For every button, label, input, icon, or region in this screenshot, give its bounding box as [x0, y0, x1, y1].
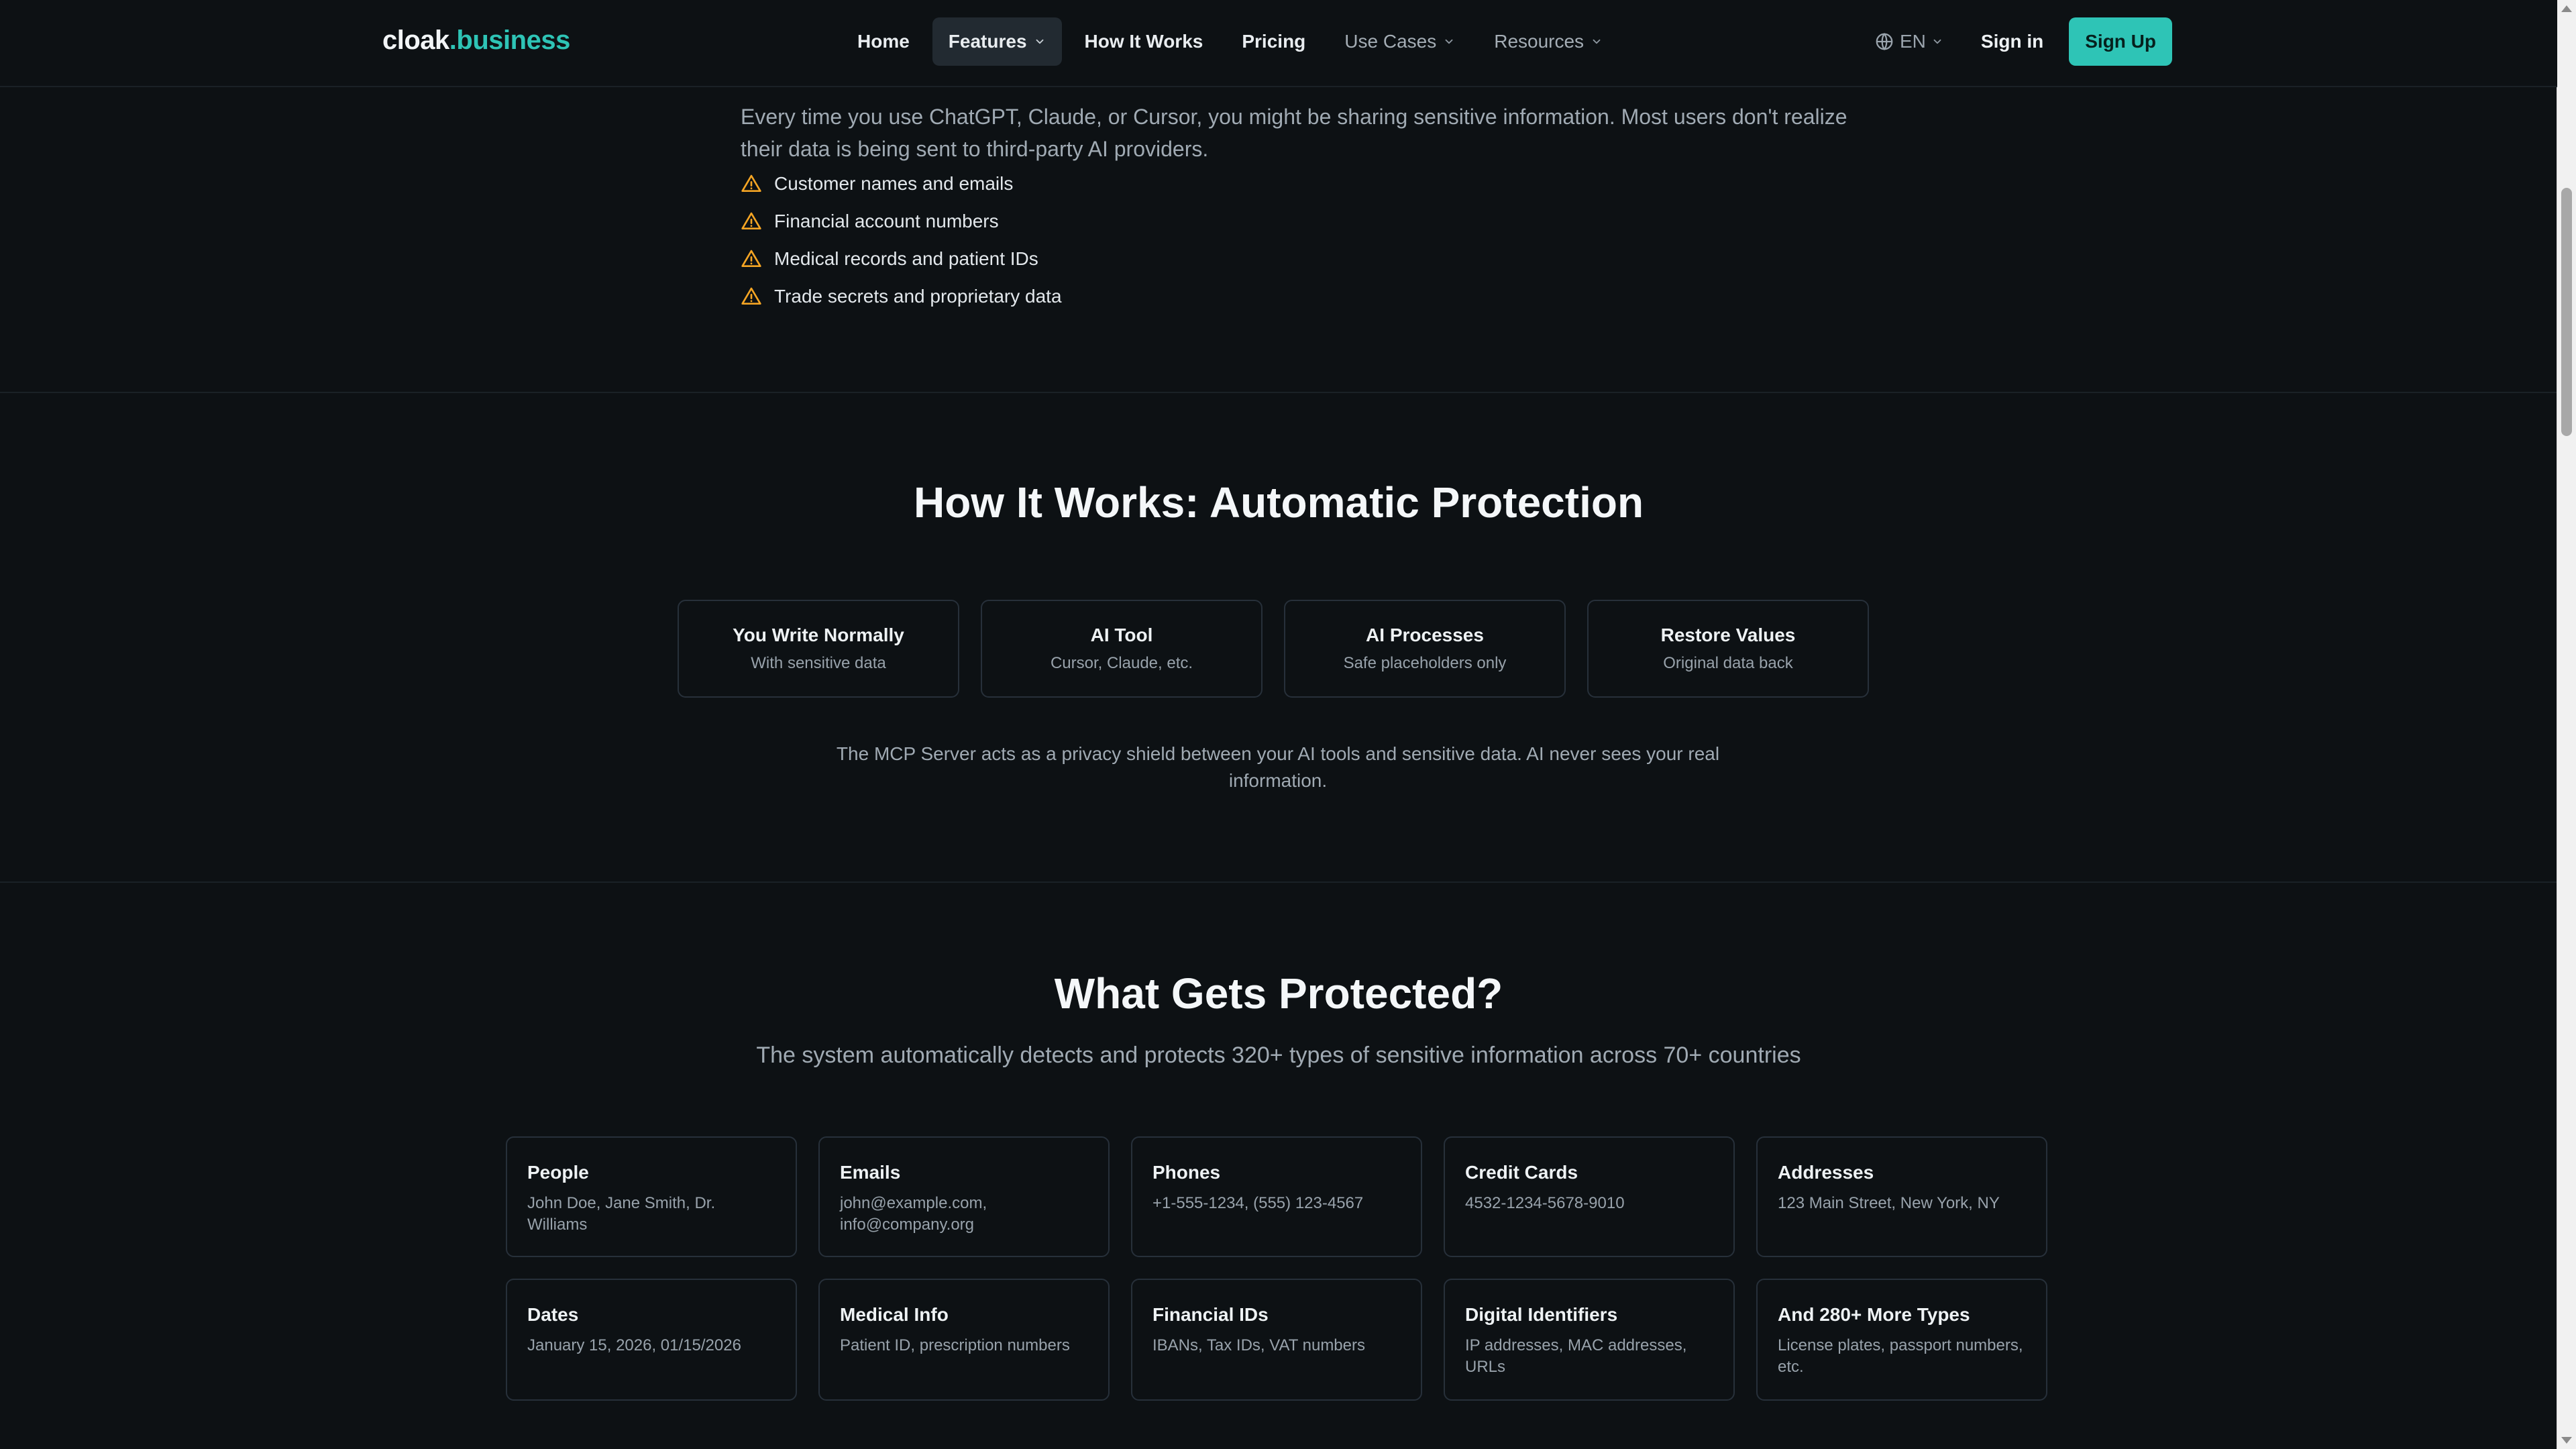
- list-item: Trade secrets and proprietary data: [741, 278, 1062, 315]
- card-description: John Doe, Jane Smith, Dr. Williams: [527, 1194, 716, 1234]
- page-viewport: Every time you use ChatGPT, Claude, or C…: [0, 0, 2557, 1449]
- sign-up-button[interactable]: Sign Up: [2069, 17, 2172, 66]
- step-title: AI Tool: [1090, 625, 1153, 645]
- scroll-up-arrow-icon[interactable]: [2561, 5, 2572, 12]
- list-item: Customer names and emails: [741, 165, 1062, 203]
- nav-pricing[interactable]: Pricing: [1226, 17, 1322, 66]
- globe-icon: [1876, 33, 1893, 50]
- step-card: Restore Values Original data back: [1587, 600, 1869, 698]
- nav-resources[interactable]: Resources: [1478, 17, 1619, 66]
- card-title: Financial IDs: [1152, 1304, 1269, 1325]
- card-description: 4532-1234-5678-9010: [1465, 1194, 1625, 1212]
- step-card: AI Tool Cursor, Claude, etc.: [981, 600, 1263, 698]
- nav-features[interactable]: Features: [932, 17, 1062, 66]
- risk-label: Medical records and patient IDs: [774, 248, 1038, 269]
- card-description: john@example.com, info@company.org: [840, 1194, 987, 1234]
- protected-subtitle: The system automatically detects and pro…: [756, 1042, 1801, 1068]
- step-description: Cursor, Claude, etc.: [1050, 654, 1193, 672]
- data-type-card: Phones +1-555-1234, (555) 123-4567: [1131, 1136, 1422, 1257]
- risk-label: Customer names and emails: [774, 173, 1014, 194]
- card-description: +1-555-1234, (555) 123-4567: [1152, 1194, 1364, 1212]
- warning-icon: [741, 250, 761, 267]
- card-description: 123 Main Street, New York, NY: [1778, 1194, 2000, 1212]
- card-title: People: [527, 1162, 589, 1183]
- card-title: Credit Cards: [1465, 1162, 1578, 1183]
- card-description: License plates, passport numbers, etc.: [1778, 1336, 2023, 1376]
- chevron-down-icon: [1445, 39, 1453, 44]
- steps-row: You Write Normally With sensitive data A…: [678, 600, 1869, 698]
- nav-use-cases[interactable]: Use Cases: [1328, 17, 1471, 66]
- step-title: AI Processes: [1366, 625, 1484, 645]
- step-card: AI Processes Safe placeholders only: [1284, 600, 1566, 698]
- card-title: Digital Identifiers: [1465, 1304, 1618, 1325]
- page-scrollbar[interactable]: [2557, 0, 2576, 1449]
- card-title: Addresses: [1778, 1162, 1874, 1183]
- nav-pricing-label: Pricing: [1242, 31, 1306, 52]
- chevron-down-icon: [1593, 39, 1601, 44]
- brand-name: cloak: [382, 25, 449, 55]
- main-nav: Home Features How It Works Pricing Use C…: [841, 17, 1619, 66]
- language-selector[interactable]: EN: [1862, 17, 1955, 66]
- step-title: You Write Normally: [733, 625, 904, 645]
- nav-features-label: Features: [948, 31, 1027, 52]
- card-title: Phones: [1152, 1162, 1221, 1183]
- language-label: EN: [1900, 31, 1926, 52]
- protected-types-grid: People John Doe, Jane Smith, Dr. Williams…: [506, 1136, 2047, 1401]
- how-it-works-title: How It Works: Automatic Protection: [913, 478, 1644, 527]
- scroll-down-arrow-icon[interactable]: [2561, 1437, 2572, 1444]
- nav-use-cases-label: Use Cases: [1344, 31, 1437, 52]
- data-type-card: Dates January 15, 2026, 01/15/2026: [506, 1279, 797, 1401]
- data-type-card: Credit Cards 4532-1234-5678-9010: [1444, 1136, 1735, 1257]
- step-description: With sensitive data: [751, 654, 886, 672]
- warning-icon: [741, 174, 761, 192]
- step-description: Safe placeholders only: [1343, 654, 1507, 672]
- risk-label: Trade secrets and proprietary data: [774, 286, 1062, 307]
- nav-how-it-works[interactable]: How It Works: [1069, 17, 1220, 66]
- card-title: Dates: [527, 1304, 579, 1325]
- chevron-down-icon: [1036, 39, 1043, 44]
- card-description: IBANs, Tax IDs, VAT numbers: [1152, 1336, 1365, 1354]
- list-item: Financial account numbers: [741, 203, 1062, 240]
- card-description: January 15, 2026, 01/15/2026: [527, 1336, 741, 1354]
- section-divider: [0, 881, 2557, 883]
- step-title: Restore Values: [1660, 625, 1796, 645]
- nav-actions: EN Sign in Sign Up: [1862, 17, 2172, 66]
- chevron-down-icon: [1933, 39, 1941, 44]
- data-type-card: And 280+ More Types License plates, passp…: [1756, 1279, 2047, 1401]
- how-it-works-note: The MCP Server acts as a privacy shield …: [836, 743, 1720, 791]
- data-type-card: Addresses 123 Main Street, New York, NY: [1756, 1136, 2047, 1257]
- problem-description: Every time you use ChatGPT, Claude, or C…: [741, 105, 1847, 161]
- risk-list: Customer names and emails Financial acco…: [741, 165, 1062, 315]
- card-description: Patient ID, prescription numbers: [840, 1336, 1070, 1354]
- risk-label: Financial account numbers: [774, 211, 999, 231]
- brand-domain: .business: [449, 25, 571, 55]
- data-type-card: Digital Identifiers IP addresses, MAC add…: [1444, 1279, 1735, 1401]
- data-type-card: Medical Info Patient ID, prescription num…: [818, 1279, 1110, 1401]
- protected-title: What Gets Protected?: [1054, 969, 1503, 1018]
- warning-icon: [741, 287, 761, 305]
- nav-home-label: Home: [857, 31, 910, 52]
- data-type-card: People John Doe, Jane Smith, Dr. Williams: [506, 1136, 797, 1257]
- card-title: Emails: [840, 1162, 901, 1183]
- scrollbar-thumb[interactable]: [2561, 188, 2572, 436]
- data-type-card: Financial IDs IBANs, Tax IDs, VAT numbers: [1131, 1279, 1422, 1401]
- step-card: You Write Normally With sensitive data: [678, 600, 959, 698]
- sign-in-link[interactable]: Sign in: [1965, 17, 2059, 66]
- warning-icon: [741, 212, 761, 229]
- step-description: Original data back: [1663, 654, 1793, 672]
- list-item: Medical records and patient IDs: [741, 240, 1062, 278]
- top-navbar: cloak.business Home Features How It Work…: [0, 0, 2557, 87]
- nav-home[interactable]: Home: [841, 17, 926, 66]
- data-type-card: Emails john@example.com, info@company.org: [818, 1136, 1110, 1257]
- card-title: Medical Info: [840, 1304, 949, 1325]
- card-title: And 280+ More Types: [1778, 1304, 1970, 1325]
- section-divider: [0, 392, 2557, 393]
- nav-how-it-works-label: How It Works: [1084, 31, 1203, 52]
- card-description: IP addresses, MAC addresses, URLs: [1465, 1336, 1687, 1376]
- brand-logo[interactable]: cloak.business: [382, 25, 570, 56]
- nav-resources-label: Resources: [1494, 31, 1585, 52]
